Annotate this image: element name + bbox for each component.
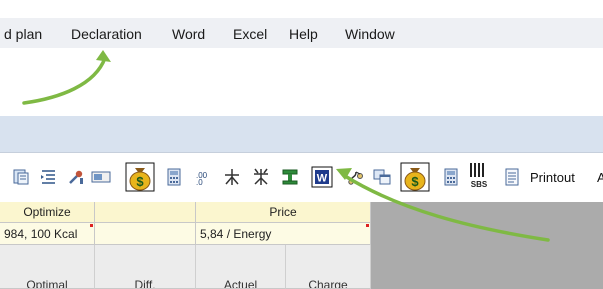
bar-icon[interactable] [91,167,111,187]
optimal-button[interactable]: Optimal [0,245,95,289]
windows-icon[interactable] [372,167,392,187]
optimize-value[interactable]: 984, 100 Kcal [0,223,95,245]
menu-item-help[interactable]: Help [289,26,318,42]
toolbar-overflow-label[interactable]: A [597,170,603,185]
document-icon[interactable] [11,167,31,187]
comment-marker [366,224,369,227]
menu-item-word[interactable]: Word [172,26,205,42]
svg-text:$: $ [411,174,419,189]
charge-button[interactable]: Charge [286,245,371,289]
money-bag-icon-2[interactable]: $ [400,162,430,192]
decimal-icon[interactable]: .00.0 [195,167,215,187]
price-value[interactable]: 5,84 / Energy [196,223,371,245]
svg-text:$: $ [136,174,144,189]
price-header: Price [196,202,371,223]
tree-icon[interactable] [222,167,242,187]
svg-text:.0: .0 [196,178,203,186]
empty-value[interactable] [95,223,196,245]
scales-icon[interactable] [346,167,366,187]
money-bag-icon[interactable]: $ [125,162,155,192]
toolbar: $ .00.0 W $ SBS Printout A [0,152,603,202]
word-icon[interactable]: W [311,166,333,188]
flower-icon[interactable] [251,167,271,187]
actuel-button[interactable]: Actuel [196,245,286,289]
empty-header [95,202,196,223]
green-table-icon[interactable] [280,167,300,187]
sbs-icon[interactable]: SBS [467,162,491,190]
menu-bar: d plan Declaration Word Excel Help Windo… [0,18,603,48]
comment-marker [90,224,93,227]
diff-button[interactable]: Diff. [95,245,196,289]
optimize-header: Optimize [0,202,95,223]
content-area [0,48,603,116]
calculator-icon-2[interactable] [441,167,461,187]
word-glyph: W [317,173,328,185]
panel-header-band [0,116,603,152]
printout-button[interactable]: Printout [530,170,575,185]
menu-item-declaration[interactable]: Declaration [71,26,142,42]
indent-icon[interactable] [38,167,58,187]
sbs-glyph: SBS [471,180,488,189]
calculation-grid: Optimize Price 984, 100 Kcal 5,84 / Ener… [0,202,603,289]
menu-item-excel[interactable]: Excel [233,26,267,42]
tools-icon[interactable] [66,167,86,187]
menu-item-plan[interactable]: d plan [4,26,42,42]
menu-item-window[interactable]: Window [345,26,395,42]
calculator-icon[interactable] [164,167,184,187]
note-icon[interactable] [502,167,522,187]
